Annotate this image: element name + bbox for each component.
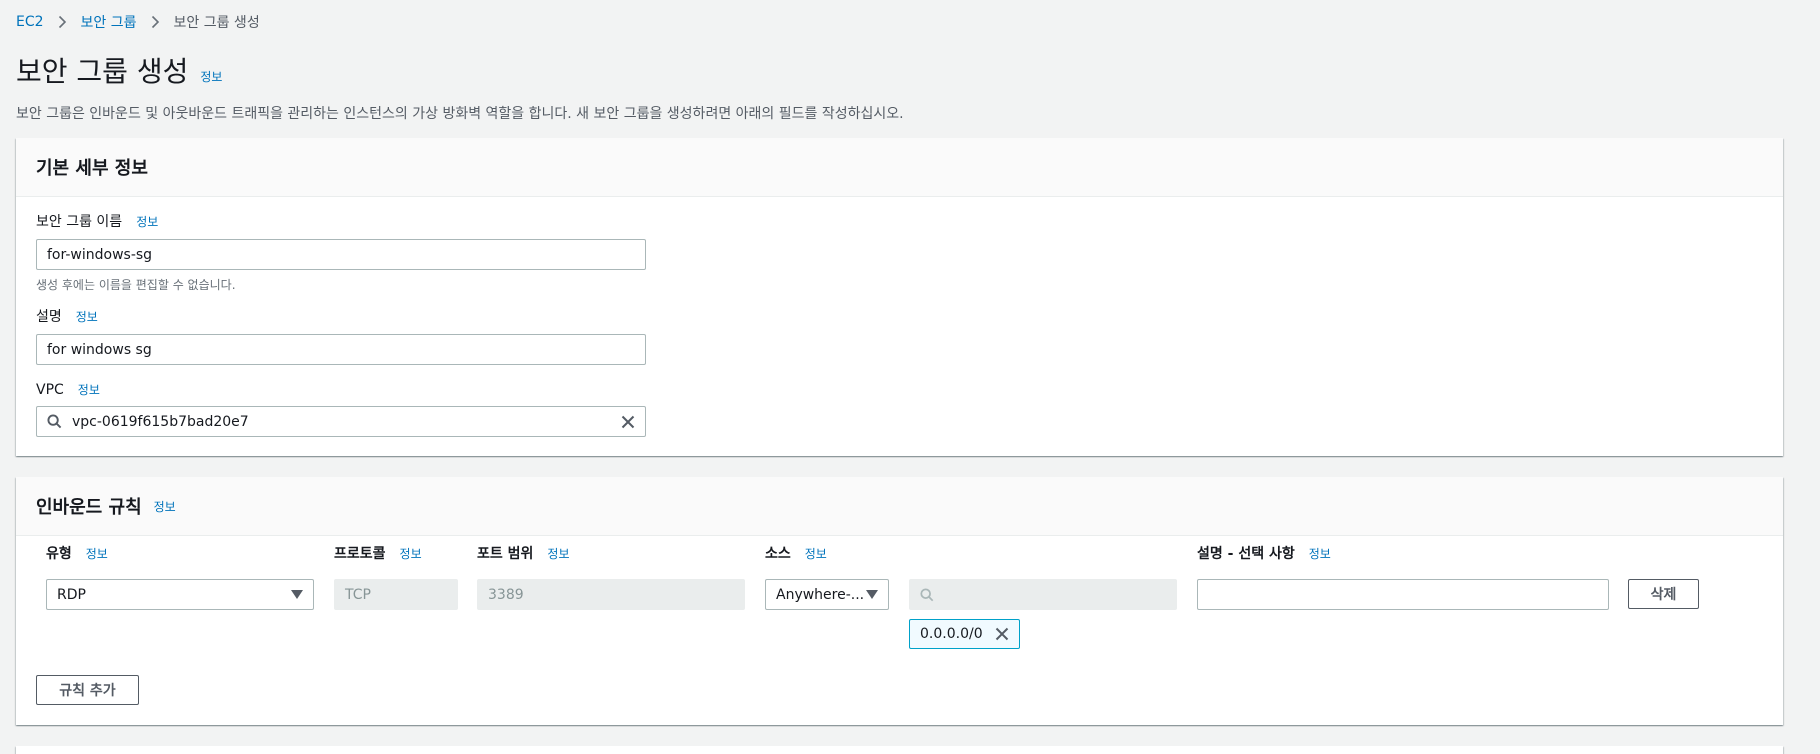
outbound-rules-panel [16, 746, 1783, 754]
basic-details-header: 기본 세부 정보 [16, 138, 1783, 197]
security-group-name-hint: 생성 후에는 이름을 편집할 수 없습니다. [36, 278, 236, 292]
column-source-info-link[interactable]: 정보 [805, 545, 827, 562]
description-field: 설명 정보 for windows sg [36, 306, 646, 365]
rule-port-range-value: 3389 [488, 586, 524, 603]
breadcrumb: EC2 보안 그룹 보안 그룹 생성 [16, 12, 260, 32]
description-label-text: 설명 [36, 309, 62, 325]
vpc-label: VPC 정보 [36, 381, 646, 398]
page-info-link[interactable]: 정보 [200, 68, 222, 85]
breadcrumb-security-groups[interactable]: 보안 그룹 [81, 12, 137, 32]
column-description-label: 설명 - 선택 사항 [1197, 546, 1295, 562]
inbound-rules-title: 인바운드 규칙 [36, 497, 142, 518]
column-source: 소스 정보 [765, 543, 827, 563]
column-source-label: 소스 [765, 546, 791, 562]
inbound-rules-info-link[interactable]: 정보 [154, 498, 176, 515]
basic-details-title: 기본 세부 정보 [36, 158, 148, 179]
page-description: 보안 그룹은 인바운드 및 아웃바운드 트래픽을 관리하는 인스턴스의 가상 방… [16, 106, 904, 122]
vpc-label-text: VPC [36, 381, 64, 398]
rule-source-select[interactable]: Anywhere-... [765, 579, 889, 610]
close-icon[interactable] [621, 415, 635, 429]
rule-protocol-value: TCP [345, 586, 371, 603]
column-port-range-info-link[interactable]: 정보 [547, 545, 569, 562]
breadcrumb-current: 보안 그룹 생성 [173, 15, 260, 31]
security-group-name-info-link[interactable]: 정보 [136, 213, 158, 230]
vpc-value: vpc-0619f615b7bad20e7 [72, 413, 249, 430]
column-port-range: 포트 범위 정보 [477, 543, 570, 563]
column-port-range-label: 포트 범위 [477, 546, 534, 562]
description-label: 설명 정보 [36, 306, 646, 326]
description-info-link[interactable]: 정보 [76, 308, 98, 325]
security-group-name-label: 보안 그룹 이름 정보 [36, 211, 646, 231]
security-group-name-input[interactable]: for-windows-sg [36, 239, 646, 270]
basic-details-panel: 기본 세부 정보 보안 그룹 이름 정보 for-windows-sg 생성 후… [16, 138, 1783, 456]
column-protocol-info-link[interactable]: 정보 [400, 545, 422, 562]
security-group-name-field: 보안 그룹 이름 정보 for-windows-sg 생성 후에는 이름을 편집… [36, 211, 646, 293]
vpc-field: VPC 정보 vpc-0619f615b7bad20e7 [36, 381, 646, 437]
vpc-search-input[interactable]: vpc-0619f615b7bad20e7 [36, 406, 646, 437]
search-icon [47, 414, 62, 429]
add-rule-button[interactable]: 규칙 추가 [36, 675, 139, 705]
chevron-right-icon [151, 15, 160, 29]
inbound-rules-header: 인바운드 규칙 정보 [16, 477, 1783, 536]
delete-rule-button[interactable]: 삭제 [1628, 579, 1699, 609]
column-description: 설명 - 선택 사항 정보 [1197, 543, 1331, 563]
rule-source-search-input[interactable] [909, 579, 1177, 610]
rule-description-input[interactable] [1197, 579, 1609, 610]
rule-protocol-input: TCP [334, 579, 458, 610]
rule-type-select[interactable]: RDP [46, 579, 314, 610]
page-title: 보안 그룹 생성 [16, 55, 189, 88]
page-header: 보안 그룹 생성 정보 [16, 50, 222, 90]
inbound-rules-panel: 인바운드 규칙 정보 유형 정보 프로토콜 정보 포트 범위 정보 소스 정보 … [16, 477, 1783, 725]
cidr-token-value: 0.0.0.0/0 [920, 626, 983, 642]
close-icon[interactable] [995, 627, 1009, 641]
security-group-name-label-text: 보안 그룹 이름 [36, 214, 123, 230]
caret-down-icon [291, 589, 303, 600]
rule-source-value: Anywhere-... [776, 586, 865, 603]
column-type-label: 유형 [46, 546, 72, 562]
rule-type-value: RDP [57, 586, 86, 603]
column-protocol: 프로토콜 정보 [334, 543, 422, 563]
breadcrumb-ec2[interactable]: EC2 [16, 14, 44, 30]
vpc-info-link[interactable]: 정보 [78, 381, 100, 398]
rule-port-range-input: 3389 [477, 579, 745, 610]
cidr-token: 0.0.0.0/0 [909, 619, 1020, 649]
description-value: for windows sg [47, 341, 152, 358]
column-type: 유형 정보 [46, 543, 108, 563]
search-icon [920, 587, 934, 602]
security-group-name-value: for-windows-sg [47, 246, 153, 263]
column-type-info-link[interactable]: 정보 [86, 545, 108, 562]
chevron-right-icon [58, 15, 67, 29]
caret-down-icon [866, 589, 878, 600]
description-input[interactable]: for windows sg [36, 334, 646, 365]
column-protocol-label: 프로토콜 [334, 546, 386, 562]
column-description-info-link[interactable]: 정보 [1309, 545, 1331, 562]
